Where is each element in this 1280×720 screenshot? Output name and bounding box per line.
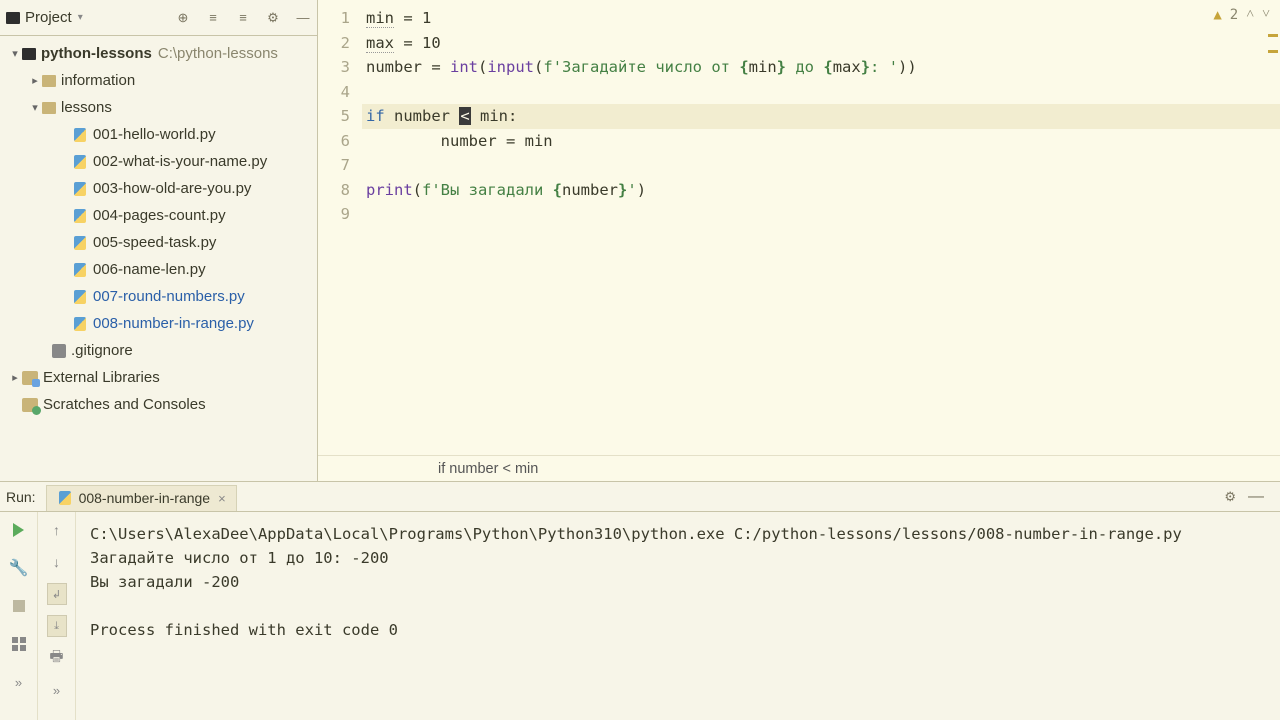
python-file-icon — [72, 181, 88, 197]
play-icon — [13, 523, 24, 537]
close-icon[interactable]: × — [218, 491, 226, 506]
line-gutter: 123456789 — [318, 0, 362, 455]
chevron-down-icon[interactable]: ▾ — [28, 101, 42, 114]
tree-file[interactable]: 001-hello-world.py — [0, 121, 317, 148]
scroll-marker[interactable] — [1268, 34, 1278, 37]
project-title[interactable]: Project — [25, 9, 72, 26]
console-line: Загадайте число от 1 до 10: -200 — [90, 546, 1266, 570]
warning-icon: ▲ — [1213, 7, 1221, 23]
external-libraries[interactable]: ▸ External Libraries — [0, 364, 317, 391]
python-file-icon — [72, 154, 88, 170]
prev-highlight-icon[interactable]: ˄ — [1246, 6, 1254, 23]
folder-icon — [42, 102, 56, 114]
tree-file-gitignore[interactable]: .gitignore — [0, 337, 317, 364]
scroll-up-button[interactable]: ↑ — [47, 520, 67, 540]
minimize-icon[interactable]: — — [1248, 488, 1264, 506]
sidebar-header: Project ▾ ⊕ ≡ ≡ ⚙ — — [0, 0, 317, 36]
python-file-icon — [72, 316, 88, 332]
wrap-icon: ↲ — [47, 583, 67, 605]
tree-file[interactable]: 008-number-in-range.py — [0, 310, 317, 337]
run-title: Run: — [6, 489, 36, 505]
run-tab[interactable]: 008-number-in-range × — [46, 485, 237, 511]
scratch-icon — [22, 398, 38, 412]
text-cursor: < — [459, 107, 470, 125]
scroll-down-button[interactable]: ↓ — [47, 552, 67, 572]
more-button[interactable]: » — [47, 680, 67, 700]
tree-file[interactable]: 006-name-len.py — [0, 256, 317, 283]
chevron-down-icon[interactable]: ▾ — [78, 12, 83, 23]
run-toolbar-secondary: ↑ ↓ ↲ ⤓ 🖶 » — [38, 512, 76, 720]
warning-count: 2 — [1230, 7, 1238, 23]
chevron-right-icon[interactable]: ▸ — [28, 74, 42, 87]
folder-label: lessons — [61, 99, 112, 116]
python-file-icon — [72, 262, 88, 278]
project-sidebar: Project ▾ ⊕ ≡ ≡ ⚙ — ▾ python-lessons C:\… — [0, 0, 318, 481]
expand-all-icon[interactable]: ≡ — [205, 10, 221, 26]
more-button[interactable]: » — [9, 672, 29, 692]
print-button[interactable]: 🖶 — [47, 648, 67, 668]
console-output[interactable]: C:\Users\AlexaDee\AppData\Local\Programs… — [76, 512, 1280, 720]
tree-folder[interactable]: ▾ lessons — [0, 94, 317, 121]
locate-icon[interactable]: ⊕ — [175, 10, 191, 26]
tree-root[interactable]: ▾ python-lessons C:\python-lessons — [0, 40, 317, 67]
scroll-end-icon: ⤓ — [47, 615, 67, 637]
python-file-icon — [72, 127, 88, 143]
run-toolbar-primary: 🔧 » — [0, 512, 38, 720]
tree-folder[interactable]: ▸ information — [0, 67, 317, 94]
project-tree: ▾ python-lessons C:\python-lessons ▸ inf… — [0, 36, 317, 481]
code-lines[interactable]: min = 1 max = 10 number = int(input(f'За… — [362, 0, 1280, 455]
run-header: Run: 008-number-in-range × ⚙ — — [0, 482, 1280, 512]
python-file-icon — [57, 490, 73, 506]
root-name: python-lessons — [41, 45, 152, 62]
library-icon — [22, 371, 38, 385]
gear-icon[interactable]: ⚙ — [1224, 489, 1236, 505]
console-exit: Process finished with exit code 0 — [90, 618, 1266, 642]
root-path: C:\python-lessons — [158, 45, 278, 62]
folder-icon — [22, 48, 36, 60]
inspection-widget[interactable]: ▲ 2 ˄ ˅ — [1213, 6, 1270, 23]
project-icon — [6, 12, 20, 24]
stop-icon — [13, 600, 25, 612]
tree-file[interactable]: 004-pages-count.py — [0, 202, 317, 229]
folder-icon — [42, 75, 56, 87]
breadcrumb-item[interactable]: if number < min — [438, 461, 538, 477]
scratches-consoles[interactable]: ▸ Scratches and Consoles — [0, 391, 317, 418]
console-line: C:\Users\AlexaDee\AppData\Local\Programs… — [90, 522, 1266, 546]
gitignore-icon — [52, 344, 66, 358]
run-button[interactable] — [9, 520, 29, 540]
console-line: Вы загадали -200 — [90, 570, 1266, 594]
layout-button[interactable] — [9, 634, 29, 654]
layout-icon — [12, 637, 26, 651]
code-area[interactable]: 123456789 min = 1 max = 10 number = int(… — [318, 0, 1280, 455]
tree-file[interactable]: 003-how-old-are-you.py — [0, 175, 317, 202]
gear-icon[interactable]: ⚙ — [265, 10, 281, 26]
code-editor: 123456789 min = 1 max = 10 number = int(… — [318, 0, 1280, 481]
tree-file[interactable]: 005-speed-task.py — [0, 229, 317, 256]
scroll-to-end-button[interactable]: ⤓ — [47, 616, 67, 636]
python-file-icon — [72, 289, 88, 305]
debug-button[interactable]: 🔧 — [9, 558, 29, 578]
breadcrumb-bar[interactable]: if number < min — [318, 455, 1280, 481]
tree-file[interactable]: 002-what-is-your-name.py — [0, 148, 317, 175]
chevron-right-icon[interactable]: ▸ — [8, 371, 22, 384]
run-tab-label: 008-number-in-range — [79, 490, 211, 506]
minimize-icon[interactable]: — — [295, 10, 311, 26]
python-file-icon — [72, 235, 88, 251]
soft-wrap-button[interactable]: ↲ — [47, 584, 67, 604]
collapse-all-icon[interactable]: ≡ — [235, 10, 251, 26]
tree-file[interactable]: 007-round-numbers.py — [0, 283, 317, 310]
python-file-icon — [72, 208, 88, 224]
stop-button[interactable] — [9, 596, 29, 616]
scroll-marker[interactable] — [1268, 50, 1278, 53]
next-highlight-icon[interactable]: ˅ — [1262, 6, 1270, 23]
run-tool-window: Run: 008-number-in-range × ⚙ — 🔧 » ↑ ↓ ↲… — [0, 482, 1280, 720]
chevron-down-icon[interactable]: ▾ — [8, 47, 22, 60]
folder-label: information — [61, 72, 135, 89]
